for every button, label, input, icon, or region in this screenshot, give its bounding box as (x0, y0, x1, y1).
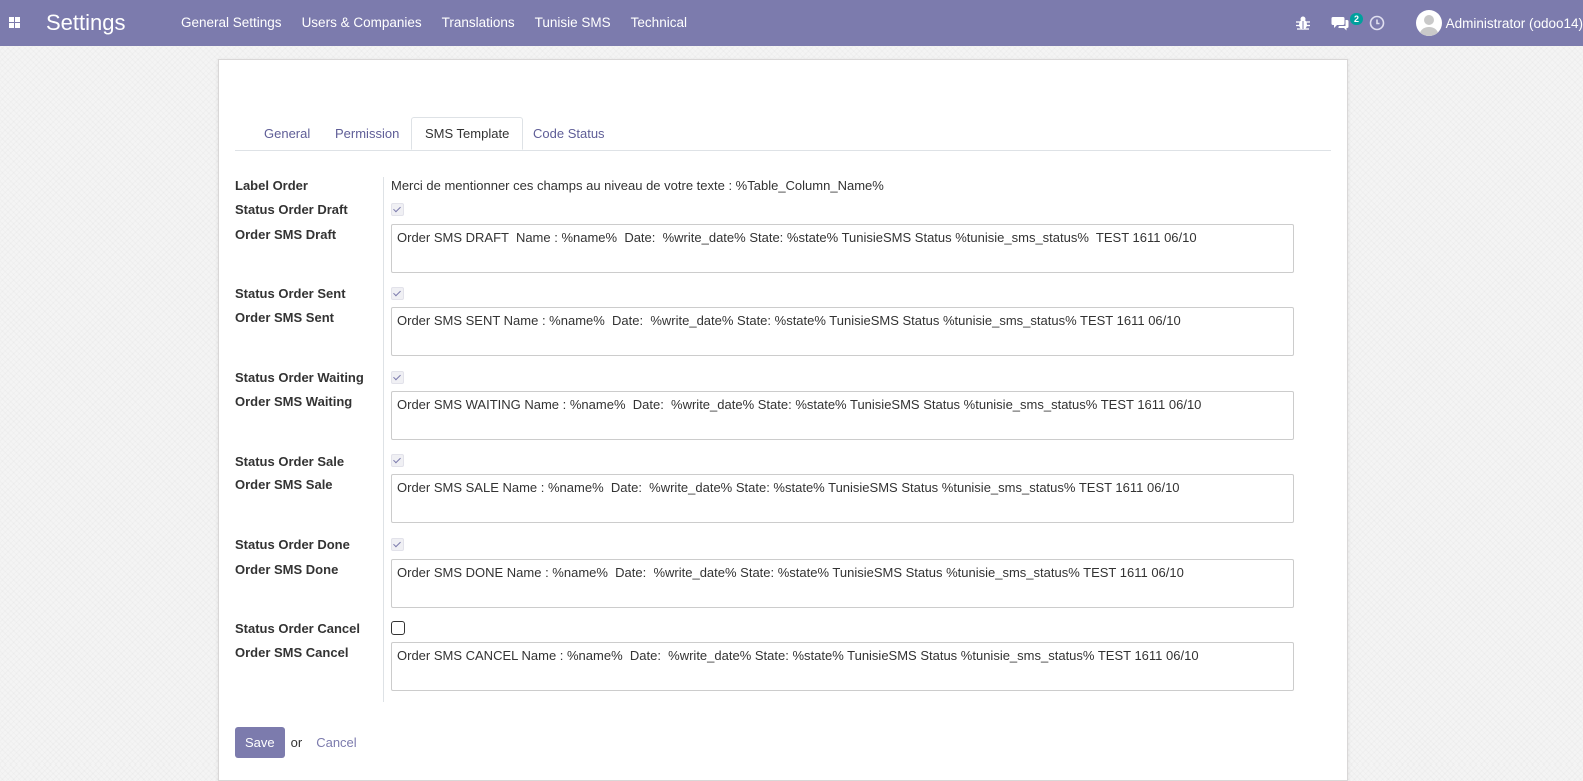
tab-general[interactable]: General (251, 118, 323, 149)
avatar (1415, 10, 1442, 36)
menu-general-settings[interactable]: General Settings (171, 0, 292, 46)
chat-count-badge: 2 (1349, 13, 1363, 25)
status-order-sale-label: Status Order Sale (235, 454, 345, 469)
user-menu[interactable]: Administrator (odoo14) (1415, 0, 1583, 46)
status-order-done-label: Status Order Done (235, 537, 350, 552)
tab-sms-template[interactable]: SMS Template (411, 117, 524, 150)
status-order-cancel-label: Status Order Cancel (235, 621, 360, 636)
app-title: Settings (46, 10, 126, 35)
status-order-waiting-checkbox[interactable] (391, 371, 404, 384)
user-name: Administrator (odoo14) (1445, 15, 1583, 31)
status-order-waiting-label: Status Order Waiting (235, 370, 364, 385)
order-sms-waiting-textarea[interactable]: Order SMS WAITING Name : %name% Date: %w… (391, 391, 1294, 440)
order-sms-done-label: Order SMS Done (235, 562, 339, 577)
order-sms-waiting-label: Order SMS Waiting (235, 394, 353, 409)
status-order-draft-checkbox[interactable] (391, 203, 404, 216)
form-actions: Save or Cancel (235, 727, 357, 758)
cancel-button[interactable]: Cancel (316, 735, 356, 750)
status-order-sent-label: Status Order Sent (235, 286, 346, 301)
order-sms-sent-textarea[interactable]: Order SMS SENT Name : %name% Date: %writ… (391, 307, 1294, 356)
order-sms-cancel-label: Order SMS Cancel (235, 645, 349, 660)
menu-technical[interactable]: Technical (621, 0, 697, 46)
status-order-done-checkbox[interactable] (391, 538, 404, 551)
label-order-label: Label Order (235, 178, 308, 193)
order-sms-sale-textarea[interactable]: Order SMS SALE Name : %name% Date: %writ… (391, 474, 1294, 523)
menu-users-companies[interactable]: Users & Companies (292, 0, 432, 46)
template-hint-text: Merci de mentionner ces champs au niveau… (391, 178, 884, 193)
order-sms-draft-textarea[interactable]: Order SMS DRAFT Name : %name% Date: %wri… (391, 224, 1294, 273)
label-column-divider (383, 177, 384, 702)
tab-permission[interactable]: Permission (322, 118, 412, 149)
bug-icon[interactable] (1295, 15, 1311, 31)
status-order-draft-label: Status Order Draft (235, 202, 348, 217)
tab-code-status[interactable]: Code Status (520, 118, 618, 149)
status-order-cancel-checkbox[interactable] (391, 621, 405, 635)
top-navbar: Settings General Settings Users & Compan… (0, 0, 1583, 46)
save-button[interactable]: Save (235, 727, 285, 758)
order-sms-done-textarea[interactable]: Order SMS DONE Name : %name% Date: %writ… (391, 559, 1294, 608)
order-sms-sale-label: Order SMS Sale (235, 477, 333, 492)
main-menu: General Settings Users & Companies Trans… (171, 0, 697, 46)
clock-icon[interactable] (1369, 15, 1385, 31)
or-text: or (290, 735, 303, 750)
order-sms-draft-label: Order SMS Draft (235, 227, 337, 242)
settings-sheet: General Permission SMS Template Code Sta… (218, 59, 1348, 781)
notebook-tabs: General Permission SMS Template Code Sta… (235, 117, 1331, 151)
menu-translations[interactable]: Translations (432, 0, 525, 46)
chat-icon[interactable] (1331, 15, 1349, 31)
order-sms-cancel-textarea[interactable]: Order SMS CANCEL Name : %name% Date: %wr… (391, 642, 1294, 691)
apps-menu-icon[interactable] (9, 17, 20, 28)
menu-tunisie-sms[interactable]: Tunisie SMS (525, 0, 621, 46)
status-order-sent-checkbox[interactable] (391, 287, 404, 300)
order-sms-sent-label: Order SMS Sent (235, 310, 334, 325)
status-order-sale-checkbox[interactable] (391, 454, 404, 467)
